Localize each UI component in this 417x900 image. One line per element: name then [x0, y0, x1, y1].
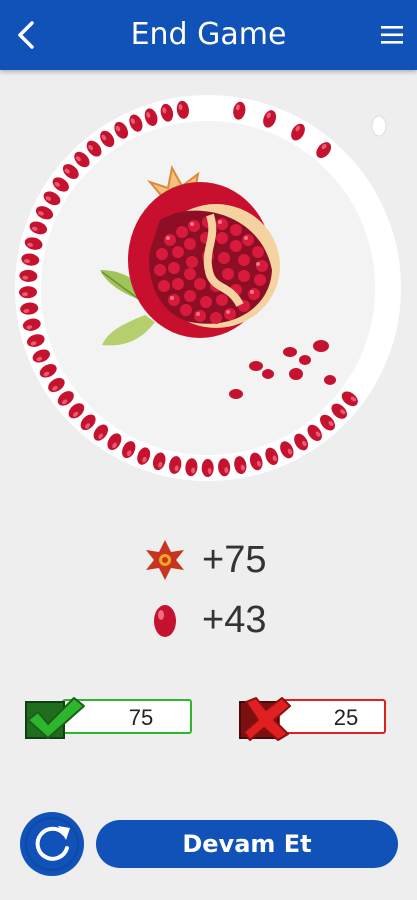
pomegranate-flower-icon: [146, 540, 184, 580]
seed-progress-ring: [0, 90, 417, 490]
flower-score-row: +75: [140, 535, 266, 585]
refresh-button[interactable]: [20, 812, 84, 876]
checkmark-icon: [25, 697, 85, 739]
menu-button[interactable]: [379, 20, 405, 50]
seed-score-row: +43: [140, 595, 266, 645]
seed-points: +43: [202, 598, 267, 641]
continue-button[interactable]: Devam Et: [96, 820, 398, 868]
refresh-icon: [25, 817, 79, 871]
correct-counter: 75: [24, 696, 192, 740]
x-mark-icon: [239, 697, 291, 741]
end-marker-seed: [371, 115, 387, 137]
header-bar: End Game: [0, 0, 417, 70]
flower-points: +75: [202, 538, 267, 581]
wrong-counter: 25: [238, 696, 388, 741]
pomegranate-seed-icon: [154, 605, 176, 637]
hamburger-menu-icon: [381, 26, 403, 44]
ring-seed: [201, 458, 214, 478]
seed-ring-graphic: [15, 95, 401, 481]
page-title: End Game: [130, 17, 287, 52]
